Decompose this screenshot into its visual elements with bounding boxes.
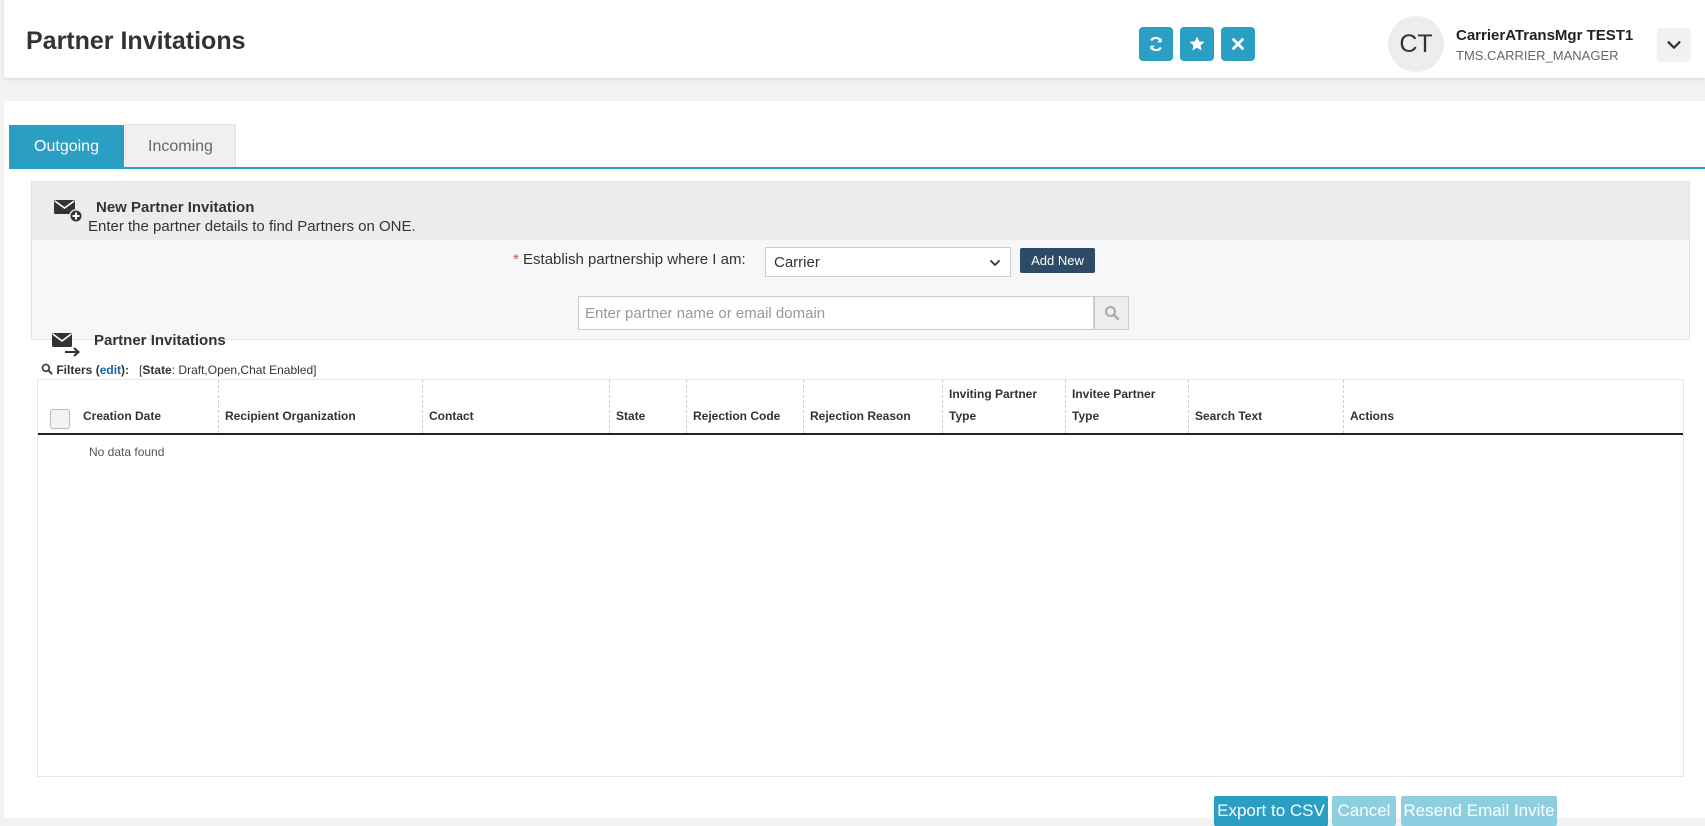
table-header: Creation Date Recipient Organization Con… — [38, 380, 1683, 435]
column-state[interactable]: State — [609, 380, 686, 433]
tab-incoming[interactable]: Incoming — [125, 124, 236, 168]
role-select-value: Carrier — [774, 253, 820, 271]
envelope-add-icon — [54, 200, 83, 223]
column-actions[interactable]: Actions — [1343, 380, 1544, 433]
filters-label: Filters — [56, 363, 93, 377]
resend-email-invite-button[interactable]: Resend Email Invite — [1401, 796, 1557, 826]
refresh-button[interactable] — [1139, 27, 1173, 61]
close-icon — [1232, 38, 1244, 50]
establish-partnership-text: Establish partnership where I am: — [523, 251, 746, 268]
tab-outgoing[interactable]: Outgoing — [9, 125, 124, 168]
column-search-text[interactable]: Search Text — [1188, 380, 1343, 433]
filters-edit-link[interactable]: edit — [100, 363, 121, 377]
tabs-divider — [9, 167, 1705, 169]
main-panel: Outgoing Incoming New Partner Invitation… — [4, 101, 1705, 826]
new-partner-invitation-header: New Partner Invitation Enter the partner… — [32, 182, 1689, 240]
filters-bar: Filters (edit): [State: Draft,Open,Chat … — [41, 363, 317, 377]
user-name: CarrierATransMgr TEST1 — [1456, 27, 1634, 44]
cancel-button[interactable]: Cancel — [1332, 796, 1396, 826]
column-creation-date[interactable]: Creation Date — [77, 380, 217, 433]
avatar[interactable]: CT — [1388, 16, 1444, 72]
page-header: Partner Invitations CT CarrierATransMgr … — [4, 0, 1705, 78]
empty-table-message: No data found — [89, 445, 165, 459]
column-contact[interactable]: Contact — [422, 380, 609, 433]
star-icon — [1189, 36, 1205, 51]
column-rejection-code[interactable]: Rejection Code — [686, 380, 803, 433]
column-invitee-partner-type[interactable]: Invitee Partner Type — [1065, 380, 1188, 433]
select-all-checkbox[interactable] — [50, 409, 70, 429]
user-menu-button[interactable] — [1657, 28, 1691, 62]
add-new-button[interactable]: Add New — [1020, 248, 1095, 273]
new-partner-invitation-title: New Partner Invitation — [96, 199, 255, 216]
close-button[interactable] — [1221, 27, 1255, 61]
invitations-table: Creation Date Recipient Organization Con… — [37, 379, 1684, 777]
export-csv-button[interactable]: Export to CSV — [1214, 796, 1328, 826]
column-inviting-partner-type[interactable]: Inviting Partner Type — [942, 380, 1065, 433]
page-title: Partner Invitations — [26, 27, 246, 55]
chevron-down-icon — [990, 260, 1000, 266]
partner-search-input[interactable]: Enter partner name or email domain — [578, 296, 1094, 330]
filter-state-key: State — [142, 363, 172, 377]
chevron-down-icon — [1667, 41, 1681, 49]
envelope-send-icon — [52, 333, 81, 357]
search-icon — [41, 363, 53, 375]
column-recipient-organization[interactable]: Recipient Organization — [218, 380, 422, 433]
new-partner-invitation-section: New Partner Invitation Enter the partner… — [31, 181, 1690, 340]
filter-state-values: Draft,Open,Chat Enabled — [178, 363, 314, 377]
favorite-button[interactable] — [1180, 27, 1214, 61]
column-rejection-reason[interactable]: Rejection Reason — [803, 380, 942, 433]
role-select[interactable]: Carrier — [765, 247, 1011, 277]
search-icon — [1104, 306, 1119, 321]
new-partner-invitation-subtitle: Enter the partner details to find Partne… — [88, 218, 416, 235]
partner-invitations-title: Partner Invitations — [94, 332, 226, 349]
refresh-icon — [1150, 36, 1162, 52]
partner-search-button[interactable] — [1094, 296, 1129, 330]
user-role: TMS.CARRIER_MANAGER — [1456, 48, 1619, 63]
establish-partnership-label: * Establish partnership where I am: — [513, 251, 746, 268]
required-mark: * — [513, 251, 519, 268]
